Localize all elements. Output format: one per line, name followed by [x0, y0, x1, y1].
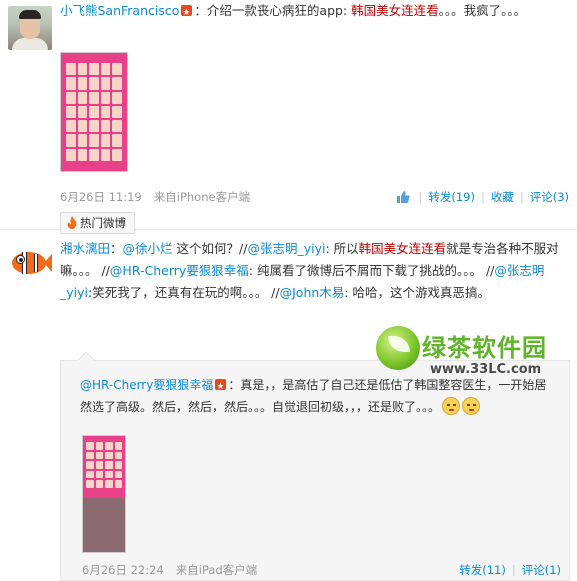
flame-icon [67, 216, 77, 229]
quoted-comment-button[interactable]: 评论(1) [522, 563, 561, 577]
post2-text: 湘水漓田：@徐小烂 这个如何？//@张志明_yiyi: 所以韩国美女连连看就是专… [60, 238, 570, 304]
quoted-source-link[interactable]: iPad客户端 [199, 563, 257, 577]
mention-link[interactable]: @John木易 [280, 285, 345, 300]
watermark-url: www.33LC.com [430, 362, 542, 377]
post2-app-link[interactable]: 韩国美女连连看 [359, 241, 447, 256]
hot-weibo-label: 热门微博 [80, 216, 126, 230]
avatar-post2-author[interactable] [8, 240, 52, 284]
post1-timestamp-link[interactable]: 6月26日 11:19 [60, 190, 142, 204]
post1-text-before: ：介绍一款丧心病狂的app: [194, 3, 352, 18]
mention-link[interactable]: @徐小烂 [123, 241, 173, 256]
emoji-icon [462, 397, 481, 415]
post1-actions: | 转发(19) | 收藏 | 评论(3) [397, 189, 569, 205]
quoted-author-link[interactable]: @HR-Cherry要狠狠幸福 [80, 378, 213, 392]
mention-link[interactable]: @HR-Cherry要狠狠幸福 [110, 263, 249, 278]
mention-link[interactable]: @张志明_yiyi [247, 241, 325, 256]
post1-repost-button[interactable]: 转发(19) [428, 190, 475, 204]
post1-text: 小飞熊SanFrancisco ：介绍一款丧心病狂的app: 韩国美女连连看。。。… [60, 0, 565, 24]
post2-text-seg: : 纯属看了微博后不屑而下载了挑战的。。。 // [248, 263, 495, 278]
quoted-image-thumbnail[interactable] [82, 435, 126, 553]
like-icon[interactable] [397, 191, 411, 203]
post2-text-seg: : 哈哈，这个游戏真恶搞。 [344, 285, 490, 300]
avatar-body-shape [12, 38, 48, 50]
quoted-repost-button[interactable]: 转发(11) [459, 563, 506, 577]
post1-comment-button[interactable]: 评论(3) [530, 190, 569, 204]
quoted-source-prefix: 来自 [175, 563, 199, 577]
post2-text-seg: : 所以 [325, 241, 359, 256]
quoted-meta: 6月26日 22:24 来自iPad客户端 [82, 562, 257, 578]
verified-badge-icon[interactable] [215, 376, 227, 398]
quoted-timestamp-link[interactable]: 6月26日 22:24 [82, 563, 164, 577]
avatar-hair-shape [19, 10, 41, 19]
post1-text-after: 。。。我疯了。。。 [438, 3, 527, 18]
post2-author-link[interactable]: 湘水漓田 [60, 241, 110, 256]
verified-badge-icon[interactable] [181, 2, 193, 24]
hot-weibo-button[interactable]: 热门微博 [60, 212, 135, 234]
avatar-post1-author[interactable] [8, 6, 52, 50]
post2-text-seg: :笑死我了，还真有在玩的啊。。。 // [88, 285, 280, 300]
post1-author-link[interactable]: 小飞熊SanFrancisco [60, 3, 179, 18]
post1-image-thumbnail[interactable] [60, 52, 128, 172]
watermark-title: 绿茶软件园 [422, 334, 547, 362]
quoted-actions: 转发(11) | 评论(1) [459, 563, 561, 577]
emoji-icon [442, 397, 461, 415]
post1-source-prefix: 来自 [153, 190, 177, 204]
site-watermark: 绿茶软件园 www.33LC.com [370, 322, 570, 392]
post1-meta: 6月26日 11:19 来自iPhone客户端 [60, 189, 250, 205]
post2-text-seg: ： [110, 241, 123, 256]
post1-source-link[interactable]: iPhone客户端 [177, 190, 250, 204]
post2-text-seg: 这个如何？// [172, 241, 248, 256]
post1-favorite-button[interactable]: 收藏 [491, 190, 514, 204]
post1-app-link[interactable]: 韩国美女连连看 [351, 3, 439, 18]
